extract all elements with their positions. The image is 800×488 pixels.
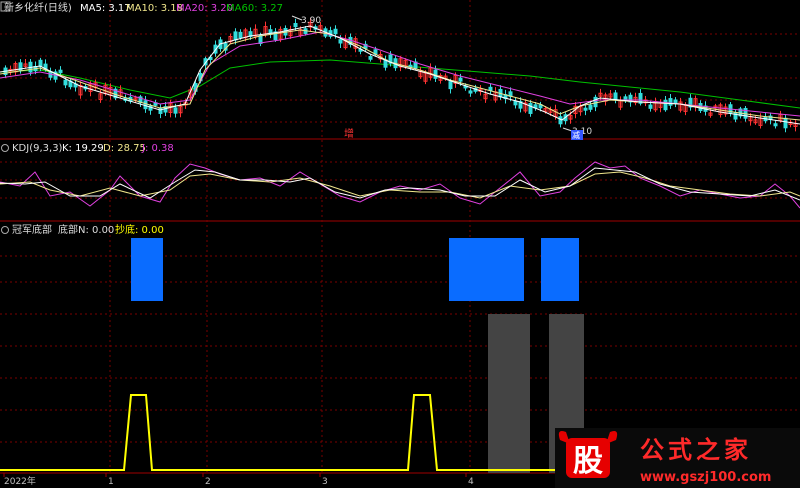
candlesticks: [3, 17, 798, 133]
blue-bar-3: [541, 238, 579, 301]
blue-bar-1: [131, 238, 163, 301]
x-tick-label: 2022年: [4, 475, 36, 487]
candle-body: [623, 96, 628, 101]
x-tick-label: 2: [205, 477, 211, 487]
candle-body: [583, 107, 588, 111]
candle-body: [488, 86, 493, 91]
ma60-label: MA60: 3.27: [226, 3, 283, 14]
candle-body: [668, 98, 673, 106]
candle-body: [588, 104, 593, 110]
ma5-label: MA5: 3.17: [80, 3, 131, 14]
low-price-pointer: [562, 127, 573, 132]
kdj-title: KDJ(9,3,3): [12, 143, 63, 154]
kdj-j-series: [0, 161, 800, 209]
candle-body: [58, 69, 63, 74]
candle-body: [733, 112, 738, 120]
kdj-j-label: J: 0.38: [141, 143, 174, 154]
candle-body: [158, 107, 163, 114]
candle-body: [773, 123, 778, 127]
candle-body: [458, 77, 463, 82]
candle-body: [468, 90, 473, 94]
ma10-label: MA10: 3.18: [126, 3, 183, 14]
site-url: www.gszj100.com: [640, 470, 771, 485]
zeng-marker: 增: [344, 127, 354, 140]
x-tick-label: 4: [468, 477, 474, 487]
kdj-d-label: D: 28.75: [103, 143, 146, 154]
kdj-k-line: [0, 167, 800, 201]
candle-body: [338, 39, 343, 44]
dibu-label: 底部N: 0.00: [58, 223, 114, 236]
candle-body: [648, 104, 653, 109]
candle-body: [663, 99, 668, 111]
guanjun-title: 冠军底部: [12, 223, 52, 236]
x-axis: 2022年 1 2 3 4: [3, 473, 474, 487]
candle-body: [233, 31, 238, 41]
high-price-label: 3.90: [301, 16, 321, 26]
gray-bar-1: [488, 314, 530, 473]
candle-body: [513, 100, 518, 106]
logo-char: 股: [573, 444, 603, 479]
ma20-label: MA20: 3.20: [176, 3, 233, 14]
kdj-k-label: K: 19.29: [62, 143, 104, 154]
candle-body: [593, 96, 598, 108]
candle-body: [173, 107, 178, 114]
candle-body: [613, 92, 618, 101]
candle-body: [448, 81, 453, 90]
site-name: 公式之家: [640, 436, 752, 464]
candle-body: [333, 28, 338, 35]
blue-bar-2: [449, 238, 524, 301]
stock-name: 新乡化纤(日线): [4, 1, 72, 14]
candle-body: [143, 100, 148, 110]
candle-body: [528, 103, 533, 114]
chart-canvas: 新乡化纤(日线) MA5: 3.17 MA10: 3.18 MA20: 3.20…: [0, 0, 800, 488]
candle-body: [293, 23, 298, 28]
candle-body: [63, 79, 68, 86]
candle-body: [238, 31, 243, 39]
candle-body: [433, 69, 438, 79]
kdj-j-line: [0, 161, 800, 209]
kdj-k-series: [0, 167, 800, 201]
x-tick-label: 3: [322, 477, 328, 487]
candle-body: [783, 117, 788, 129]
watermark: 股 公式之家 www.gszj100.com: [555, 428, 800, 488]
guanjun-header-icon: [1, 226, 9, 234]
candle-body: [368, 56, 373, 60]
x-tick-label: 1: [108, 477, 114, 487]
jin-marker: 减: [572, 130, 580, 140]
candle-body: [673, 99, 678, 104]
kdj-header-icon: [1, 144, 9, 152]
chaodi-label: 抄底: 0.00: [115, 223, 164, 236]
